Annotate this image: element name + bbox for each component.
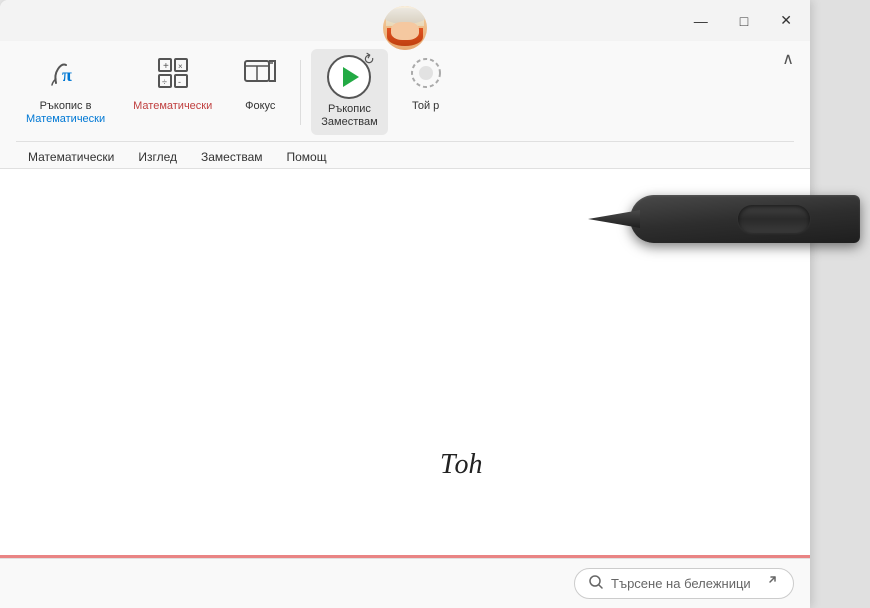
handwriting-text: Тоh bbox=[440, 449, 483, 481]
ribbon-item-partial[interactable]: Той р bbox=[396, 49, 456, 119]
search-box[interactable]: Търсене на бележници bbox=[574, 568, 794, 599]
math-icon: + × ÷ - bbox=[155, 55, 191, 96]
avatar[interactable] bbox=[383, 6, 427, 50]
ribbon-separator-1 bbox=[300, 60, 301, 125]
minimize-button[interactable]: — bbox=[688, 9, 714, 33]
close-button[interactable]: ✕ bbox=[774, 8, 798, 33]
tab-replace[interactable]: Замествам bbox=[189, 146, 275, 168]
bottom-bar: Търсене на бележници bbox=[0, 558, 810, 608]
chevron-up-icon: ∧ bbox=[782, 49, 794, 69]
main-content: Тоh Търсене на бележници bbox=[0, 169, 810, 608]
math-label: Математически bbox=[133, 100, 212, 113]
window-controls: — □ ✕ bbox=[688, 8, 798, 33]
main-window: — □ ✕ π Ръкопис в Математически bbox=[0, 0, 810, 608]
ribbon-item-focus[interactable]: Фокус bbox=[230, 49, 290, 119]
right-edge bbox=[810, 0, 870, 608]
search-icon bbox=[589, 575, 603, 592]
ribbon-collapse[interactable]: ∧ bbox=[782, 49, 794, 77]
ribbon-item-replay[interactable]: ↻ Ръкопис Замествам bbox=[311, 49, 387, 135]
expand-icon[interactable] bbox=[763, 575, 777, 592]
handwriting-math-label: Ръкопис в Математически bbox=[26, 100, 105, 126]
ribbon-items: π Ръкопис в Математически bbox=[16, 49, 794, 139]
handwriting-math-icon: π bbox=[48, 55, 84, 96]
title-bar: — □ ✕ bbox=[0, 0, 810, 41]
svg-text:+: + bbox=[163, 61, 169, 72]
replay-label: Ръкопис Замествам bbox=[321, 103, 377, 129]
ribbon: π Ръкопис в Математически bbox=[0, 41, 810, 169]
svg-text:π: π bbox=[62, 65, 72, 85]
search-placeholder: Търсене на бележници bbox=[611, 576, 751, 591]
tab-math[interactable]: Математически bbox=[16, 146, 126, 168]
avatar-image bbox=[383, 6, 427, 50]
tab-help[interactable]: Помощ bbox=[275, 146, 339, 168]
focus-icon bbox=[242, 55, 278, 96]
tab-view[interactable]: Изглед bbox=[126, 146, 189, 168]
ribbon-item-handwriting-math[interactable]: π Ръкопис в Математически bbox=[16, 49, 115, 132]
notebook-area[interactable]: Тоh bbox=[0, 169, 810, 558]
partial-icon bbox=[408, 55, 444, 96]
svg-text:÷: ÷ bbox=[162, 77, 167, 87]
svg-text:-: - bbox=[178, 77, 181, 87]
partial-label: Той р bbox=[412, 100, 439, 113]
svg-text:×: × bbox=[178, 62, 183, 71]
ribbon-item-math[interactable]: + × ÷ - Математически bbox=[123, 49, 222, 119]
replay-icon: ↻ bbox=[327, 55, 371, 99]
maximize-button[interactable]: □ bbox=[734, 9, 754, 33]
focus-label: Фокус bbox=[245, 100, 275, 113]
ribbon-tabs: Математически Изглед Замествам Помощ bbox=[16, 141, 794, 168]
